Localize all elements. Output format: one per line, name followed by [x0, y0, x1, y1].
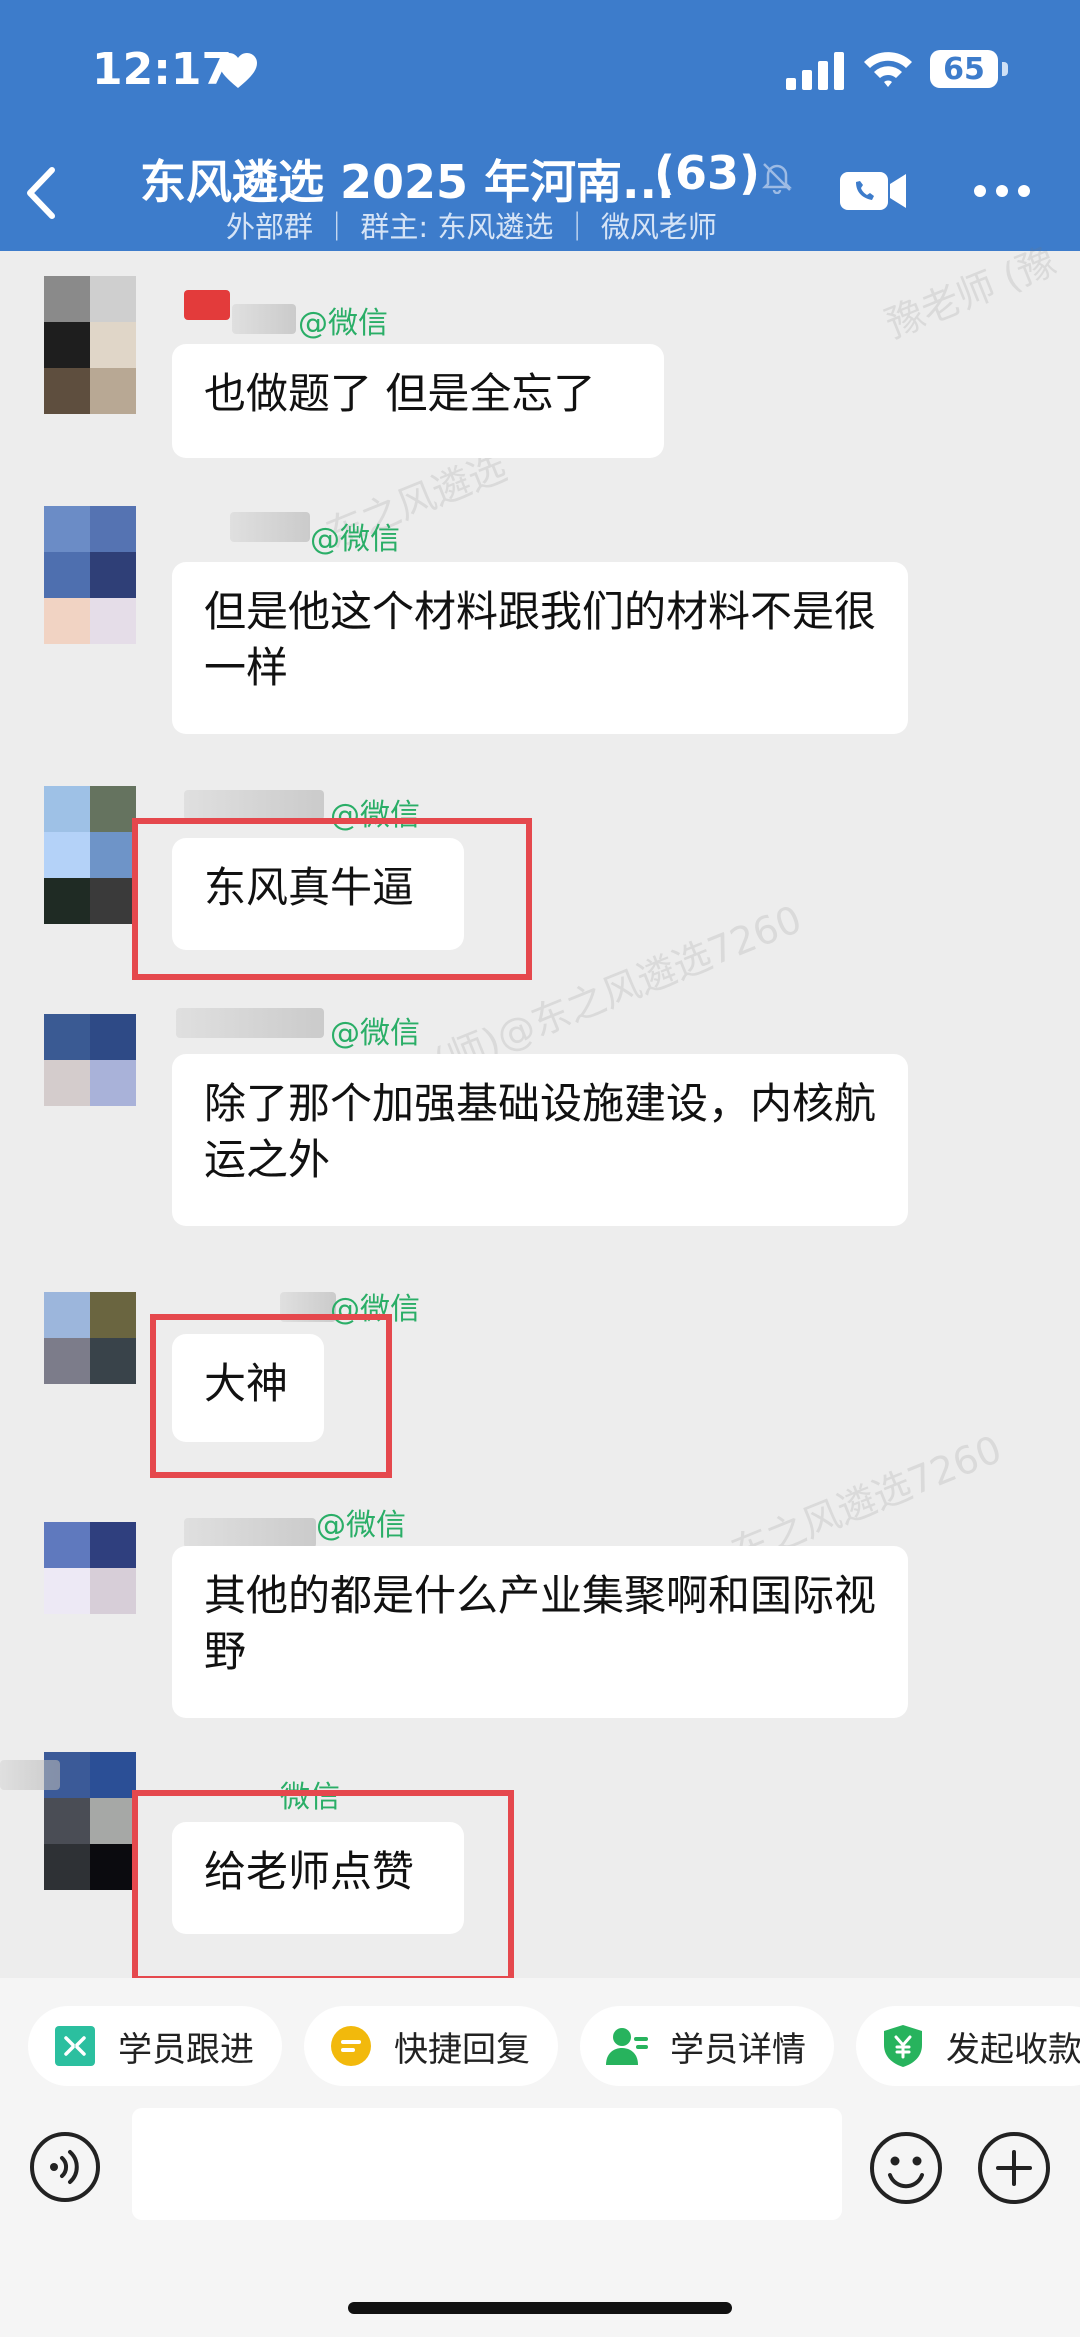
message-text: 也做题了 但是全忘了	[204, 369, 596, 418]
payment-icon	[884, 2025, 922, 2067]
sender-name-redacted	[0, 1760, 60, 1790]
chat-title[interactable]: 东风遴选 2025 年河南...	[140, 146, 674, 212]
chat-subtitle: 外部群 ｜ 群主: 东风遴选 ｜ 微风老师	[226, 210, 717, 244]
sender-name-redacted	[232, 304, 296, 334]
avatar-lower	[44, 322, 136, 414]
home-indicator	[348, 2302, 732, 2314]
message-text: 除了那个加强基础设施建设，内核航运之外	[204, 1079, 877, 1184]
quick-action-label: 学员详情	[670, 2029, 806, 2070]
quick-action-quick-reply[interactable]: 快捷回复	[304, 2006, 558, 2086]
quick-reply-icon	[331, 2026, 371, 2066]
video-call-icon[interactable]	[840, 168, 908, 214]
back-arrow-icon[interactable]	[22, 166, 62, 220]
battery-level: 65	[943, 51, 985, 87]
emoji-icon[interactable]	[868, 2130, 944, 2206]
highlight-box	[150, 1314, 392, 1478]
message-input[interactable]	[132, 2108, 842, 2220]
sender-tag: @微信	[330, 1016, 420, 1051]
avatar[interactable]	[44, 506, 136, 644]
plus-icon[interactable]	[976, 2130, 1052, 2206]
voice-input-icon[interactable]	[28, 2130, 102, 2204]
status-time: 12:17	[92, 44, 233, 95]
heart-icon	[219, 53, 257, 88]
mute-bell-icon	[761, 163, 793, 194]
quick-action-student-detail[interactable]: 学员详情	[580, 2006, 834, 2086]
student-detail-icon	[606, 2028, 648, 2065]
battery-tip	[1002, 62, 1008, 76]
message-bubble[interactable]: 也做题了 但是全忘了	[172, 344, 664, 458]
quick-action-label: 快捷回复	[394, 2029, 530, 2070]
message-bubble[interactable]: 除了那个加强基础设施建设，内核航运之外	[172, 1054, 908, 1226]
sender-name-redacted	[184, 290, 230, 320]
quick-action-label: 发起收款	[946, 2029, 1080, 2070]
highlight-box	[132, 818, 532, 980]
sender-tag: @微信	[316, 1508, 406, 1543]
quick-action-label: 学员跟进	[118, 2029, 254, 2070]
avatar[interactable]	[44, 1292, 136, 1384]
member-count: (63)	[654, 146, 761, 200]
message-bubble[interactable]: 但是他这个材料跟我们的材料不是很一样	[172, 562, 908, 734]
message-text: 但是他这个材料跟我们的材料不是很一样	[204, 587, 877, 692]
wifi-icon	[864, 52, 912, 87]
sender-tag: @微信	[310, 522, 400, 557]
quick-action-bar: 学员跟进 快捷回复 学员详情 发起收款	[0, 1978, 1080, 2108]
sender-name-redacted	[184, 790, 324, 820]
sender-tag: @微信	[298, 306, 388, 341]
quick-action-student-followup[interactable]: 学员跟进	[28, 2006, 282, 2086]
highlight-box	[132, 1790, 514, 1982]
more-options-icon[interactable]	[972, 180, 1032, 202]
sender-name-redacted	[230, 512, 310, 542]
message-bubble[interactable]: 其他的都是什么产业集聚啊和国际视野	[172, 1546, 908, 1718]
chat-header: 12:17 65 东风遴选 2025 年河南... (63) 外部群 ｜ 群主:…	[0, 0, 1080, 251]
avatar[interactable]	[44, 786, 136, 924]
avatar[interactable]	[44, 1522, 136, 1614]
message-text: 其他的都是什么产业集聚啊和国际视野	[204, 1571, 877, 1676]
quick-action-payment[interactable]: 发起收款	[856, 2006, 1080, 2086]
avatar[interactable]	[44, 1014, 136, 1106]
cellular-signal-icon	[786, 52, 844, 90]
sender-name-redacted	[184, 1518, 316, 1548]
battery-indicator: 65	[930, 50, 998, 88]
sender-name-redacted	[176, 1008, 324, 1038]
student-followup-icon	[55, 2026, 95, 2066]
